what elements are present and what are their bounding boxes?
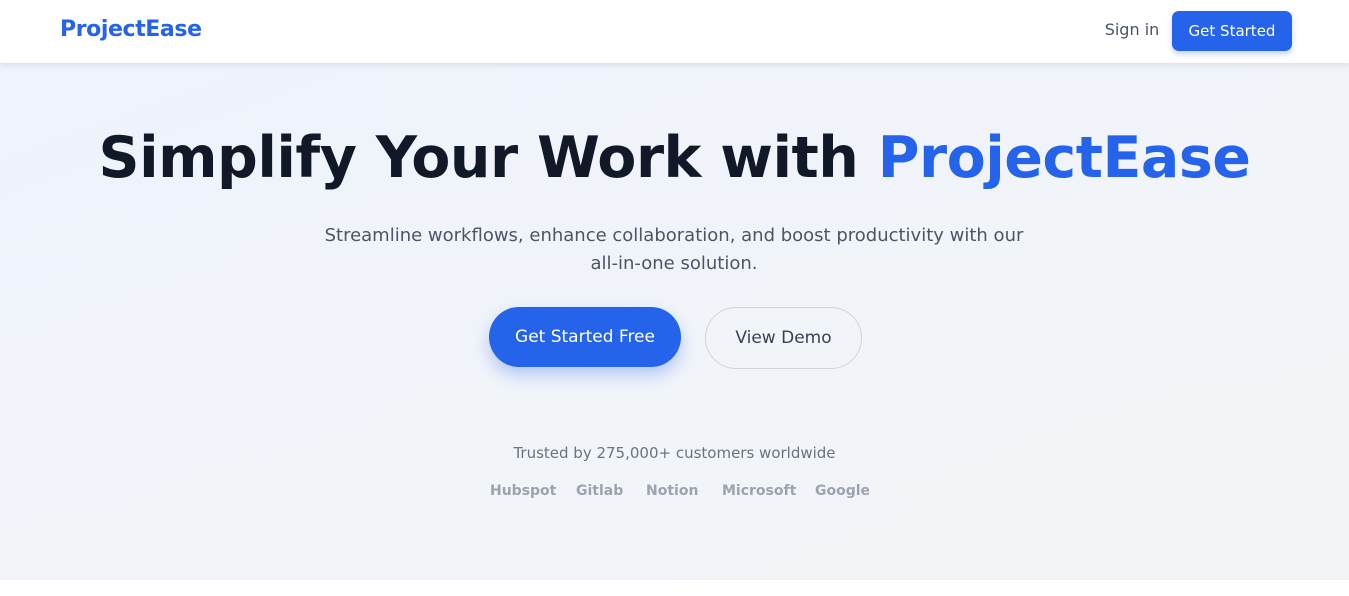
below-hero [0, 580, 1349, 596]
brand-notion: Notion [646, 483, 699, 499]
brand-google: Google [815, 483, 871, 499]
hero-title-accent: ProjectEase [877, 125, 1251, 191]
get-started-free-button[interactable]: Get Started Free [489, 307, 681, 367]
hero-subtitle: Streamline workflows, enhance collaborat… [324, 225, 1024, 274]
get-started-button[interactable]: Get Started [1172, 11, 1292, 51]
hero-title-main: Simplify Your Work with [98, 125, 878, 191]
logo[interactable]: ProjectEase [60, 17, 202, 42]
hero-section: Simplify Your Work with ProjectEase Stre… [0, 63, 1349, 580]
hero-title: Simplify Your Work with ProjectEase [0, 125, 1349, 191]
sign-in-link[interactable]: Sign in [1100, 20, 1164, 39]
brand-hubspot: Hubspot [490, 483, 557, 499]
site-header: ProjectEase Sign in Get Started [0, 0, 1349, 63]
brand-gitlab: Gitlab [576, 483, 624, 499]
view-demo-button[interactable]: View Demo [705, 307, 862, 369]
brand-microsoft: Microsoft [722, 483, 797, 499]
brand-logos: Hubspot Gitlab Notion Microsoft Google [475, 483, 875, 503]
trusted-by-text: Trusted by 275,000+ customers worldwide [513, 444, 836, 462]
